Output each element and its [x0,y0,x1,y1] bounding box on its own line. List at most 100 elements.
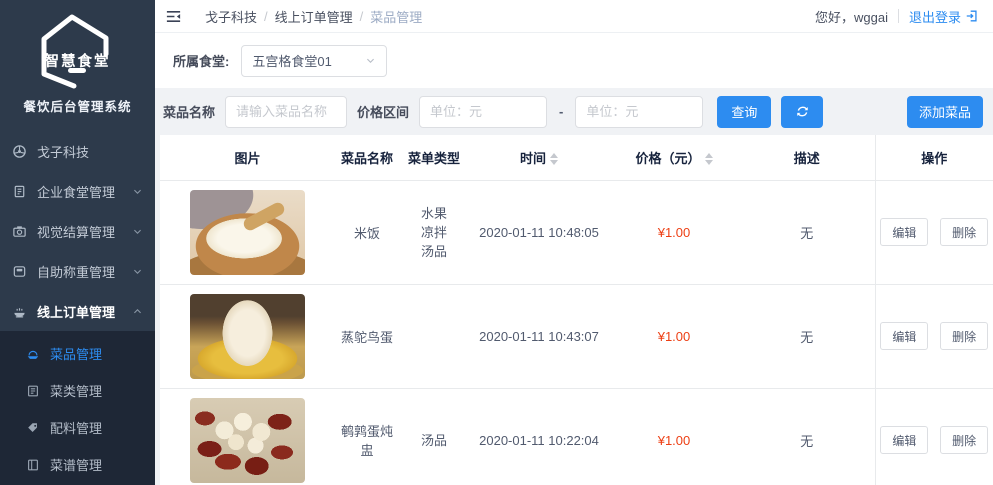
sidebar-item-vision-settlement[interactable]: 视觉结算管理 [0,211,155,251]
refresh-button[interactable] [781,95,824,128]
submenu-item-label: 菜类管理 [50,384,103,399]
dish-name-cell: 鹌鹑蛋炖盅 [335,387,399,485]
price-cell: ¥1.00 [609,387,739,485]
header-dish-name: 菜品名称 [340,150,393,166]
dish-name-cell: 蒸鸵鸟蛋 [335,283,399,388]
chevron-down-icon [365,55,376,66]
time-cell: 2020-01-11 10:43:07 [469,283,609,388]
breadcrumb-item[interactable]: 线上订单管理 [275,7,353,26]
canteen-select[interactable]: 五宫格食堂01 [241,44,388,77]
recipe-icon [26,458,40,472]
delete-button[interactable]: 删除 [940,322,989,350]
submenu-item-dish-category-management[interactable]: 菜类管理 [0,372,155,409]
menu-type-cell: 水果 凉拌 汤品 [399,179,469,284]
sidebar-item-online-orders[interactable]: 线上订单管理 [0,291,155,331]
submenu-item-dish-management[interactable]: 菜品管理 [0,335,155,372]
breadcrumb-item[interactable]: 戈子科技 [205,7,257,26]
header-description: 描述 [793,150,820,166]
dish-table-card: 图片 菜品名称 菜单类型 时间 价格（元） 描述 操作 米饭 水果 凉拌 汤品 [160,135,993,485]
chevron-down-icon [132,266,143,277]
logout-label: 退出登录 [908,9,961,25]
breadcrumb: 戈子科技 / 线上订单管理 / 菜品管理 [205,7,422,26]
dish-name-label: 菜品名称 [163,105,216,120]
sidebar-item-label: 视觉结算管理 [37,224,116,240]
dish-image [190,189,305,275]
menu-type-line: 汤品 [420,243,447,259]
price-min-input[interactable] [419,95,548,128]
dish-name-cell: 米饭 [335,179,399,284]
edit-button[interactable]: 编辑 [880,426,929,455]
time-cell: 2020-01-11 10:48:05 [469,179,609,284]
submenu-item-label: 菜谱管理 [50,458,103,473]
menu-type-line: 汤品 [420,432,447,448]
logo-title: 智慧食堂 [44,54,111,70]
description-cell: 无 [739,179,875,284]
dish-category-icon [26,384,40,398]
canteen-selector-row: 所属食堂: 五宫格食堂01 [155,33,993,88]
breadcrumb-separator: / [359,8,364,24]
header-price: 价格（元） [609,135,739,180]
breadcrumb-separator: / [264,8,268,24]
sidebar-item-enterprise-canteen[interactable]: 企业食堂管理 [0,171,155,211]
submenu-item-ingredient-management[interactable]: 配料管理 [0,409,155,446]
actions-cell: 编辑 删除 [874,387,993,485]
table-row: 米饭 水果 凉拌 汤品 2020-01-11 10:48:05 ¥1.00 无 … [160,179,993,284]
dish-image [190,293,305,379]
sidebar-item-gezi-tech[interactable]: 戈子科技 [0,131,155,171]
camera-icon [12,224,27,239]
divider [897,9,899,23]
header-price-label: 价格（元） [635,150,701,166]
delete-button[interactable]: 删除 [940,426,989,455]
edit-button[interactable]: 编辑 [880,322,929,350]
chevron-down-icon [132,186,143,197]
search-button[interactable]: 查询 [717,95,772,128]
dish-image [190,397,305,483]
menu-type-cell: 汤品 [399,387,469,485]
sidebar-item-label: 戈子科技 [37,144,90,160]
edit-button[interactable]: 编辑 [880,218,929,246]
description-cell: 无 [739,387,875,485]
price-range-label: 价格区间 [357,105,410,120]
logout-icon [965,9,979,23]
price-cell: ¥1.00 [609,179,739,284]
house-logo-icon: 智慧食堂 [32,12,124,90]
sidebar-item-label: 企业食堂管理 [37,184,116,200]
submenu-item-label: 配料管理 [50,421,103,436]
actions-cell: 编辑 删除 [874,283,993,388]
header-image: 图片 [234,150,261,166]
dashboard-icon [12,144,27,159]
actions-cell: 编辑 删除 [874,179,993,284]
menu-type-line: 水果 [420,205,447,221]
canteen-label: 所属食堂: [173,54,230,69]
add-dish-button[interactable]: 添加菜品 [907,95,983,128]
sidebar-item-self-weighing[interactable]: 自助称重管理 [0,251,155,291]
header-time-label: 时间 [519,150,546,166]
canteen-building-icon [12,184,27,199]
logout-button[interactable]: 退出登录 [909,7,979,26]
price-max-input[interactable] [575,95,704,128]
canteen-select-value: 五宫格食堂01 [252,54,332,69]
sidebar-nav: 戈子科技 企业食堂管理 视觉结算管理 自助称重管理 线上订单管理 [0,125,155,331]
sidebar: 智慧食堂 餐饮后台管理系统 戈子科技 企业食堂管理 视觉结算管理 自助称重管理 … [0,0,155,485]
brand-logo: 智慧食堂 餐饮后台管理系统 [0,0,155,125]
chevron-down-icon [132,226,143,237]
weighing-scale-icon [12,264,27,279]
sort-time-icon[interactable] [550,153,558,166]
header-time: 时间 [469,135,609,180]
breadcrumb-current: 菜品管理 [370,9,423,25]
sidebar-item-label: 线上订单管理 [37,304,116,320]
dish-name-input[interactable] [225,95,348,128]
dish-icon [26,347,40,361]
user-greeting: 您好，wggai [815,9,888,25]
main-content: 戈子科技 / 线上订单管理 / 菜品管理 您好，wggai 退出登录 所属食堂:… [155,0,993,485]
chevron-up-icon [132,306,143,317]
delete-button[interactable]: 删除 [940,218,989,246]
submenu-item-recipe-management[interactable]: 菜谱管理 [0,446,155,483]
time-cell: 2020-01-11 10:22:04 [469,387,609,485]
menu-type-line: 凉拌 [420,224,447,240]
online-orders-submenu: 菜品管理 菜类管理 配料管理 菜谱管理 [0,331,155,485]
sort-price-icon[interactable] [704,153,713,166]
filter-bar: 菜品名称 价格区间 - 查询 添加菜品 [155,88,993,135]
price-cell: ¥1.00 [609,283,739,388]
sidebar-collapse-icon[interactable] [163,6,183,26]
